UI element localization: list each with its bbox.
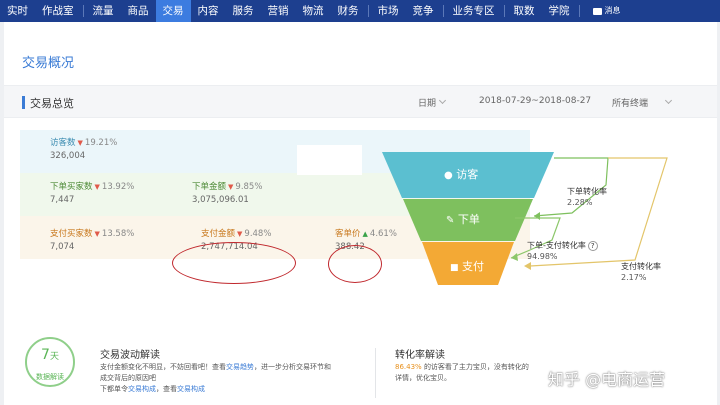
nav-item-marketing[interactable]: 营销 [261, 0, 296, 22]
metric-order-buyers[interactable]: 下单买家数 ▼ 13.92% 7,447 [50, 180, 134, 205]
order-rate-value: 2.28% [567, 198, 593, 207]
order-pay-rate-label: 下单-支付转化率? [527, 240, 598, 251]
user-icon: ● [444, 170, 453, 181]
metric-change: 13.58% [101, 229, 135, 239]
chevron-down-icon [664, 96, 673, 105]
hammer-icon: ✎ [446, 215, 455, 226]
nav-item-fetch-data[interactable]: 取数 [507, 0, 542, 22]
pay-rate-label: 支付转化率 [621, 262, 661, 271]
trend-down-icon: ▼ [77, 139, 83, 147]
text-segment: 支付金额变化不明显，不妨回看吧！查看 [100, 363, 226, 371]
nav-item-business-zone[interactable]: 业务专区 [446, 0, 502, 22]
metric-name: 客单价 [335, 229, 361, 239]
highlight-ellipse [172, 242, 296, 284]
order-pay-rate-text: 下单-支付转化率 [527, 241, 586, 250]
nav-item-realtime[interactable]: 实时 [0, 0, 35, 22]
conversion-percent: 86.43% [395, 363, 422, 371]
conversion-interpret-title: 转化率解读 [395, 350, 445, 361]
order-pay-rate-value: 94.98% [527, 252, 558, 261]
nav-item-traffic[interactable]: 流量 [86, 0, 121, 22]
nav-item-trade[interactable]: 交易 [155, 0, 191, 22]
nav-item-content[interactable]: 内容 [191, 0, 226, 22]
funnel-pay-label: ■ 支付 [450, 258, 484, 274]
nav-item-academy[interactable]: 学院 [542, 0, 577, 22]
nav-item-service[interactable]: 服务 [226, 0, 261, 22]
blank-overlay [297, 145, 362, 175]
metric-value: 3,075,096.01 [192, 195, 249, 205]
nav-item-war-room[interactable]: 作战室 [35, 0, 81, 22]
metric-name: 支付买家数 [50, 229, 93, 239]
badge-days: 7天 [32, 347, 68, 363]
text-segment: 成交背后的原因吧 [100, 374, 156, 382]
top-nav: 实时 作战室 流量 商品 交易 内容 服务 营销 物流 财务 市场 竞争 业务专… [0, 0, 720, 22]
metric-name: 访客数 [50, 138, 76, 148]
funnel-pay-text: 支付 [462, 260, 485, 273]
nav-divider [442, 5, 444, 17]
nav-item-competition[interactable]: 竞争 [406, 0, 441, 22]
order-rate-label: 下单转化率 [567, 187, 607, 196]
page-title: 交易概况 [22, 56, 75, 71]
badge-caption: 数据解读 [36, 373, 64, 381]
metric-order-amount[interactable]: 下单金额 ▼ 9.85% 3,075,096.01 [192, 180, 262, 205]
nav-item-goods[interactable]: 商品 [121, 0, 156, 22]
nav-divider [503, 5, 505, 17]
nav-item-market[interactable]: 市场 [371, 0, 406, 22]
trade-composition-link[interactable]: 交易构成 [177, 385, 205, 393]
pay-rate-value: 2.17% [621, 273, 647, 282]
trade-composition-link[interactable]: 交易构成 [128, 385, 156, 393]
overview-marker [22, 96, 25, 109]
funnel-visitor-label: ● 访客 [444, 166, 478, 182]
trend-down-icon: ▼ [94, 230, 100, 238]
nav-divider [578, 5, 580, 17]
trend-down-icon: ▼ [237, 230, 243, 238]
metric-value: 7,074 [50, 242, 75, 252]
info-icon[interactable]: ? [587, 241, 598, 251]
funnel-order-label: ✎ 下单 [446, 211, 480, 227]
date-selector[interactable]: 日期 [418, 96, 436, 109]
metric-name: 下单买家数 [50, 182, 93, 192]
text-segment: ，查看 [156, 385, 177, 393]
trade-trend-link[interactable]: 交易趋势 [226, 363, 254, 371]
nav-item-logistics[interactable]: 物流 [296, 0, 331, 22]
metric-change: 9.85% [235, 182, 263, 192]
metric-pay-buyers[interactable]: 支付买家数 ▼ 13.58% 7,074 [50, 227, 134, 252]
badge-days-number: 7 [41, 347, 50, 363]
badge-days-unit: 天 [49, 352, 59, 362]
highlight-ellipse [328, 245, 382, 283]
nav-item-finance[interactable]: 财务 [331, 0, 366, 22]
metric-name: 下单金额 [192, 182, 227, 192]
watermark: 知乎 @电商运营 [548, 370, 666, 389]
metric-name: 支付金额 [201, 229, 236, 239]
text-segment: ，进一步分析交易环节和 [254, 363, 331, 371]
trade-fluctuation-title: 交易波动解读 [100, 350, 160, 361]
trend-up-icon: ▲ [362, 230, 368, 238]
funnel-order-text: 下单 [457, 213, 480, 226]
metric-change: 13.92% [101, 182, 135, 192]
metric-visitors[interactable]: 访客数 ▼ 19.21% 326,004 [50, 136, 117, 161]
funnel-visitor-text: 访客 [456, 168, 479, 181]
date-range-value[interactable]: 2018-07-29~2018-08-27 [479, 96, 591, 106]
text-segment: 的访客看了主力宝贝，没有转化的 [423, 363, 529, 371]
message-label: 消息 [604, 6, 621, 15]
overview-header: 交易总览 日期 2018-07-29~2018-08-27 所有终端 [4, 85, 717, 118]
metric-value: 326,004 [50, 151, 86, 161]
section-divider [375, 348, 376, 398]
trend-down-icon: ▼ [94, 183, 100, 191]
metric-value: 7,447 [50, 195, 75, 205]
text-segment: 下都单令 [100, 385, 128, 393]
message-icon [592, 7, 602, 15]
metric-change: 19.21% [84, 138, 118, 148]
card-icon: ■ [450, 263, 459, 273]
chevron-down-icon [438, 96, 447, 105]
trend-down-icon: ▼ [228, 183, 234, 191]
nav-divider [367, 5, 369, 17]
terminal-selector[interactable]: 所有终端 [612, 96, 648, 109]
trade-fluctuation-text: 支付金额变化不明显，不妨回看吧！查看交易趋势，进一步分析交易环节和 成交背后的原… [100, 362, 370, 395]
nav-divider [82, 5, 84, 17]
conversion-interpret-text: 86.43% 的访客看了主力宝贝，没有转化的 详情，优化宝贝。 [395, 362, 565, 384]
overview-title: 交易总览 [30, 97, 74, 110]
text-segment: 详情，优化宝贝。 [395, 374, 451, 382]
metric-change: 9.48% [244, 229, 272, 239]
message-button[interactable]: 消息 [586, 0, 628, 22]
